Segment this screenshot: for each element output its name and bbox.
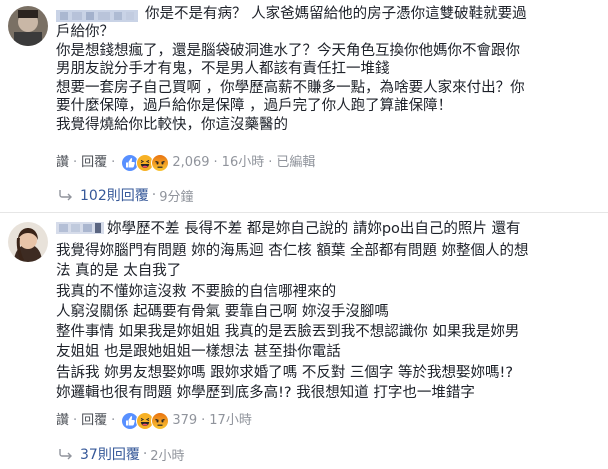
divider (0, 212, 608, 213)
separator: · (73, 413, 78, 428)
angry-reaction-icon (151, 412, 170, 430)
comment-line: 妳邏輯也很有問題 妳學歷到底多高!? 我很想知道 打字也一堆錯字 (56, 385, 475, 402)
commenter-name-blurred[interactable] (56, 220, 104, 240)
reactions-summary[interactable]: 2,069 (121, 154, 210, 172)
replies-toggle[interactable]: 102則回覆 · 9分鐘 (58, 185, 193, 205)
separator: · (201, 413, 206, 428)
comment-timestamp[interactable]: 17小時 (209, 412, 252, 430)
like-button[interactable]: 讚 (56, 412, 69, 430)
replies-count-link[interactable]: 102則回覆 (80, 185, 149, 205)
separator: · (111, 413, 116, 428)
replies-time: 9分鐘 (159, 189, 194, 205)
comment-text: 妳學歷不差 長得不差 都是妳自己說的 請妳po出自己的照片 還有 (107, 220, 521, 239)
comment-line: 整件事情 如果我是妳姐姐 我真的是丟臉丟到我不想認識你 如果我是妳男 (56, 324, 520, 341)
separator: · (151, 187, 157, 203)
comment-text: 你是不是有病？ 人家爸媽留給他的房子憑你這雙破鞋就要過 (145, 5, 527, 24)
comment-line: 我覺得妳腦門有問題 妳的海馬迴 杏仁核 額葉 全部都有問題 妳整個人的想 (56, 243, 529, 259)
reply-arrow-icon (59, 449, 72, 460)
comment-line: 想要一套房子自己買啊 ，你學歷高薪不賺多一點，為啥要人家來付出？你 (56, 79, 525, 96)
avatar[interactable] (8, 222, 48, 262)
comment-line: 你是想錢想瘋了，還是腦袋破洞進水了？今天角色互換你他媽你不會跟你 (56, 42, 520, 59)
reply-button[interactable]: 回覆 (81, 412, 107, 430)
comment-text-continued: 我覺得妳腦門有問題 妳的海馬迴 杏仁核 額葉 全部都有問題 妳整個人的想 法 真… (56, 241, 529, 403)
comment-line: 你是不是有病？ 人家爸媽留給他的房子憑你這雙破鞋就要過 (145, 6, 527, 22)
comment-line: 我真的不懂妳這沒救 不要臉的自信哪裡來的 (56, 283, 337, 300)
avatar[interactable] (8, 6, 48, 46)
comment-line: 妳學歷不差 長得不差 都是妳自己說的 請妳po出自己的照片 還有 (107, 221, 521, 237)
separator: · (213, 155, 218, 170)
comment-line: 男朋友說分手才有鬼，不是男人都該有責任扛一堆錢 (56, 61, 390, 77)
comment-line: 法 真的是 太自我了 (56, 263, 182, 280)
comment-line: 我覺得燒給你比較快，你這沒藥醫的 (56, 116, 288, 133)
comment-timestamp[interactable]: 16小時 (222, 154, 265, 172)
comment-line: 人窮沒關係 起碼要有骨氣 要靠自己啊 妳沒手沒腳嗎 (56, 303, 389, 320)
separator: · (268, 155, 273, 170)
reply-arrow-icon (59, 190, 72, 201)
comment-line: 友姐姐 也是跟她姐姐一樣想法 甚至掛你電話 (56, 344, 341, 361)
like-button[interactable]: 讚 (56, 154, 69, 172)
comment-line: 戶給你？ (56, 24, 114, 40)
replies-time: 2小時 (150, 448, 185, 464)
comment-line: 要什麼保障，過戶給你是保障 ，過戶完了你人跑了算誰保障！ (56, 98, 453, 114)
comment-actions: 讚 · 回覆 · (56, 154, 315, 172)
reactions-count: 379 (172, 413, 198, 428)
comment-line: 告訴我 妳男友想娶妳嗎 跟妳求婚了嗎 不反對 三個字 等於我想娶妳嗎!? (56, 364, 514, 381)
replies-count-link[interactable]: 37則回覆 (80, 444, 140, 464)
angry-reaction-icon (151, 154, 170, 172)
separator: · (111, 155, 116, 170)
separator: · (73, 155, 78, 170)
reactions-count: 2,069 (172, 155, 210, 170)
edited-label[interactable]: 已編輯 (276, 154, 315, 172)
comment-text-continued: 戶給你？ 你是想錢想瘋了，還是腦袋破洞進水了？今天角色互換你他媽你不會跟你 男朋… (56, 23, 525, 134)
comment-actions: 讚 · 回覆 · (56, 412, 252, 430)
reactions-summary[interactable]: 379 (121, 412, 197, 430)
reply-button[interactable]: 回覆 (81, 154, 107, 172)
replies-toggle[interactable]: 37則回覆 · 2小時 (58, 444, 185, 464)
separator: · (142, 446, 148, 462)
